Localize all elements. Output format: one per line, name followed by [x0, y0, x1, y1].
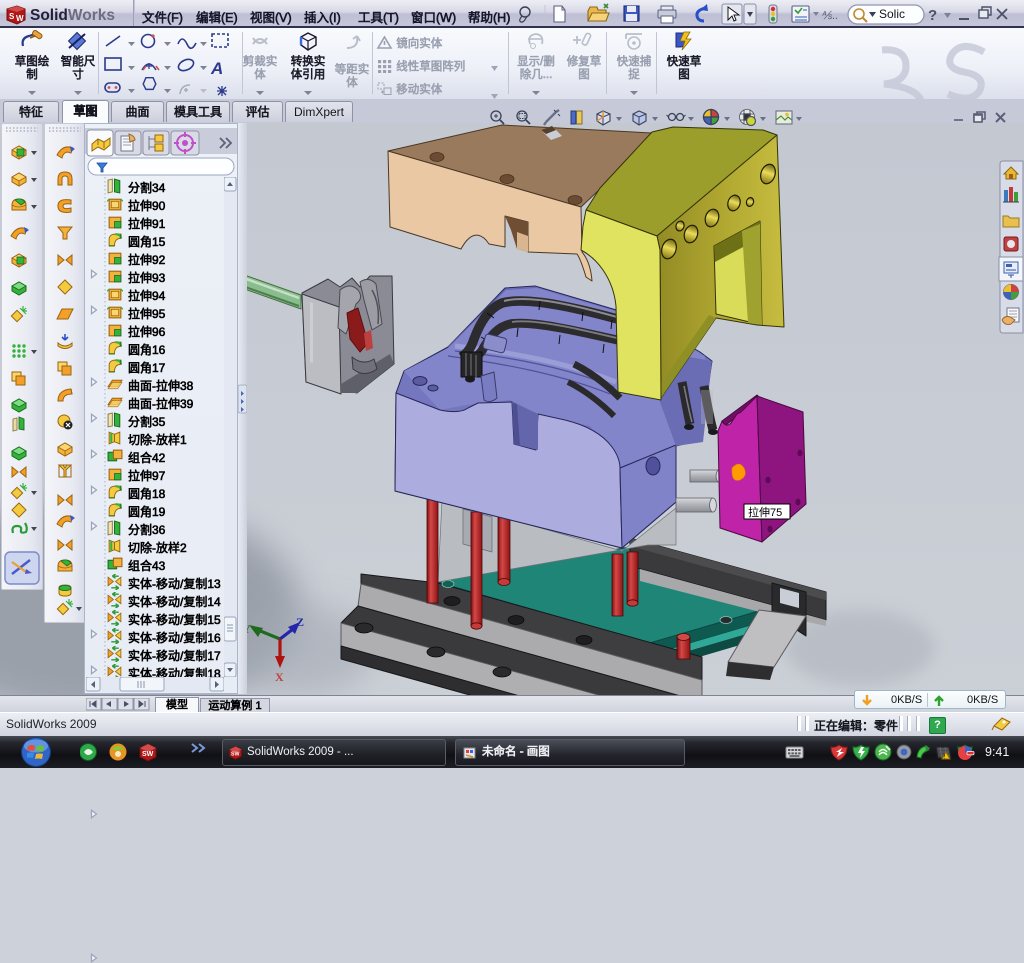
svg-text:Z: Z	[296, 615, 304, 629]
svg-text:?: ?	[928, 7, 937, 24]
svg-text:SW: SW	[142, 751, 154, 758]
svg-text:⅍..: ⅍..	[821, 10, 838, 22]
svg-text:X: X	[275, 670, 284, 684]
svg-text:拉伸75: 拉伸75	[748, 505, 782, 519]
svg-text:A: A	[210, 59, 223, 78]
svg-text:Solic: Solic	[879, 7, 905, 21]
svg-text:SW: SW	[231, 752, 240, 758]
svg-text:!: !	[944, 755, 945, 761]
svg-text:S: S	[9, 12, 15, 21]
svg-text:W: W	[16, 14, 24, 23]
svg-text:SolidWorks: SolidWorks	[30, 7, 115, 24]
